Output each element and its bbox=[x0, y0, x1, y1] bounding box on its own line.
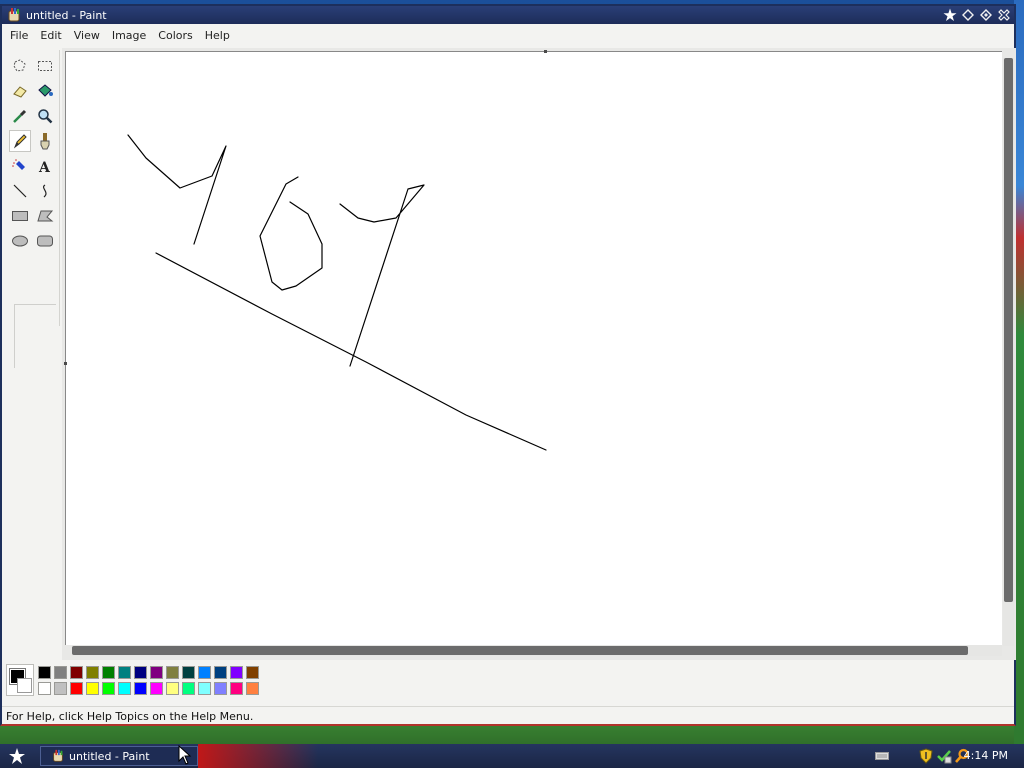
color-swatch[interactable] bbox=[38, 666, 51, 679]
color-swatch[interactable] bbox=[246, 682, 259, 695]
color-swatch[interactable] bbox=[102, 682, 115, 695]
taskbar-task-paint[interactable]: untitled - Paint bbox=[40, 746, 198, 766]
paint-app-icon bbox=[53, 749, 63, 762]
close-icon[interactable] bbox=[996, 7, 1012, 22]
color-swatch[interactable] bbox=[86, 682, 99, 695]
drawing-canvas[interactable] bbox=[64, 50, 1002, 645]
star-icon[interactable] bbox=[942, 7, 958, 22]
rounded-rect-icon[interactable] bbox=[34, 230, 56, 252]
keyboard-icon[interactable] bbox=[874, 748, 890, 764]
pencil-icon[interactable] bbox=[9, 130, 31, 152]
color-swatch[interactable] bbox=[134, 682, 147, 695]
status-bar: For Help, click Help Topics on the Help … bbox=[2, 706, 1014, 726]
text-icon[interactable]: A bbox=[34, 155, 56, 177]
system-tray: 4:14 PM bbox=[854, 744, 1024, 768]
vertical-scrollbar[interactable] bbox=[1003, 58, 1014, 646]
mouse-cursor-icon bbox=[178, 745, 192, 765]
color-swatch[interactable] bbox=[86, 666, 99, 679]
svg-text:A: A bbox=[38, 160, 51, 174]
menu-image[interactable]: Image bbox=[106, 29, 152, 42]
network-icon[interactable] bbox=[936, 748, 952, 764]
color-swatch[interactable] bbox=[214, 666, 227, 679]
color-swatch[interactable] bbox=[150, 682, 163, 695]
start-button[interactable] bbox=[4, 746, 30, 766]
menu-colors[interactable]: Colors bbox=[152, 29, 198, 42]
color-palette bbox=[6, 664, 266, 698]
magnifier-icon[interactable] bbox=[34, 105, 56, 127]
current-colors[interactable] bbox=[6, 664, 34, 696]
polygon-icon[interactable] bbox=[34, 205, 56, 227]
color-swatch[interactable] bbox=[134, 666, 147, 679]
line-icon[interactable] bbox=[9, 180, 31, 202]
color-swatch[interactable] bbox=[166, 682, 179, 695]
color-swatch[interactable] bbox=[70, 682, 83, 695]
tool-options-panel[interactable] bbox=[14, 304, 56, 368]
color-swatch[interactable] bbox=[166, 666, 179, 679]
eraser-icon[interactable] bbox=[9, 80, 31, 102]
color-swatch[interactable] bbox=[198, 682, 211, 695]
color-swatch[interactable] bbox=[246, 666, 259, 679]
resize-handle[interactable] bbox=[544, 50, 547, 53]
curve-icon[interactable] bbox=[34, 180, 56, 202]
menu-edit[interactable]: Edit bbox=[34, 29, 67, 42]
color-picker-icon[interactable] bbox=[9, 105, 31, 127]
color-swatch[interactable] bbox=[182, 666, 195, 679]
title-bar[interactable]: untitled - Paint bbox=[2, 6, 1014, 24]
minimize-icon[interactable] bbox=[960, 7, 976, 22]
background-color[interactable] bbox=[17, 678, 32, 693]
window-title: untitled - Paint bbox=[26, 8, 107, 22]
airbrush-icon[interactable] bbox=[9, 155, 31, 177]
color-swatch[interactable] bbox=[150, 666, 163, 679]
resize-handle[interactable] bbox=[64, 362, 67, 365]
color-swatch[interactable] bbox=[54, 666, 67, 679]
menu-help[interactable]: Help bbox=[199, 29, 236, 42]
horizontal-scroll-thumb[interactable] bbox=[72, 646, 968, 655]
color-swatch[interactable] bbox=[182, 682, 195, 695]
paint-window: untitled - Paint File Edit View Image Co… bbox=[0, 4, 1016, 726]
rect-select-icon[interactable] bbox=[34, 55, 56, 77]
color-swatch[interactable] bbox=[54, 682, 67, 695]
fill-icon[interactable] bbox=[34, 80, 56, 102]
color-swatch[interactable] bbox=[118, 682, 131, 695]
taskbar: untitled - Paint 4:14 PM bbox=[0, 744, 1024, 768]
window-controls bbox=[942, 7, 1012, 22]
paint-app-icon bbox=[8, 8, 20, 22]
clock: 4:14 PM bbox=[963, 749, 1008, 762]
vertical-scroll-thumb[interactable] bbox=[1004, 58, 1013, 602]
toolbox: A bbox=[6, 50, 60, 368]
star-icon bbox=[9, 748, 25, 764]
wallpaper-accent bbox=[198, 744, 318, 768]
maximize-icon[interactable] bbox=[978, 7, 994, 22]
color-swatch[interactable] bbox=[102, 666, 115, 679]
menu-view[interactable]: View bbox=[68, 29, 106, 42]
color-swatch[interactable] bbox=[118, 666, 131, 679]
color-swatch[interactable] bbox=[230, 682, 243, 695]
color-swatch[interactable] bbox=[214, 682, 227, 695]
color-swatch[interactable] bbox=[230, 666, 243, 679]
color-swatch[interactable] bbox=[38, 682, 51, 695]
ellipse-icon[interactable] bbox=[9, 230, 31, 252]
drawing-strokes bbox=[127, 134, 547, 451]
menu-file[interactable]: File bbox=[4, 29, 34, 42]
canvas-area bbox=[62, 48, 1016, 660]
menu-bar: File Edit View Image Colors Help bbox=[2, 26, 1014, 45]
color-swatch[interactable] bbox=[70, 666, 83, 679]
color-swatch[interactable] bbox=[198, 666, 211, 679]
status-text: For Help, click Help Topics on the Help … bbox=[6, 710, 254, 723]
rectangle-icon[interactable] bbox=[9, 205, 31, 227]
shield-icon[interactable] bbox=[918, 748, 934, 764]
horizontal-scrollbar[interactable] bbox=[72, 645, 1002, 656]
taskbar-task-label: untitled - Paint bbox=[69, 749, 150, 763]
brush-icon[interactable] bbox=[34, 130, 56, 152]
free-select-icon[interactable] bbox=[9, 55, 31, 77]
